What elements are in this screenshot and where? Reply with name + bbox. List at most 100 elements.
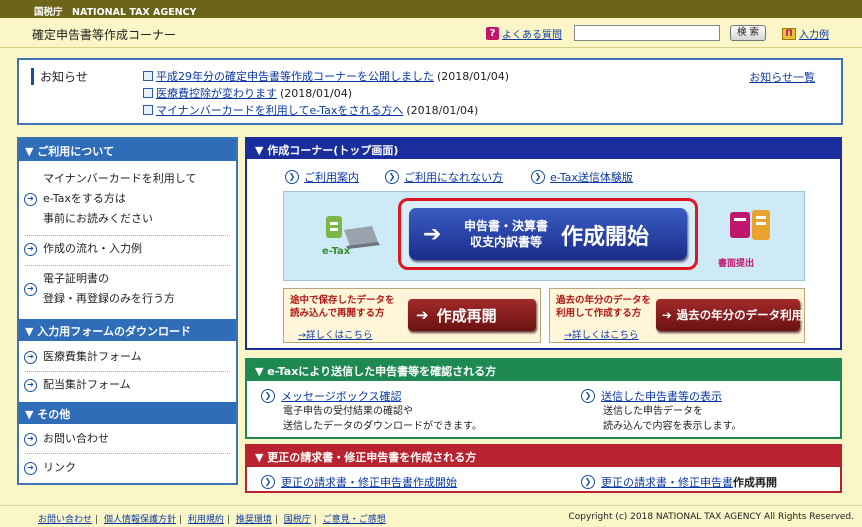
sidebar-item-label: e-Taxをする方は (43, 192, 126, 205)
desc-line: 電子申告の受付結果の確認や (283, 406, 413, 417)
copyright: Copyright (c) 2018 NATIONAL TAX AGENCY A… (568, 512, 855, 522)
start-sub-line: 収支内訳書等 (469, 235, 542, 249)
arrow-circle-icon: ➔ (24, 193, 37, 206)
footer-link-feedback[interactable]: ご意見・ご感想 (323, 515, 386, 525)
correction-resume-link[interactable]: ❯ 更正の請求書・修正申告書作成再開 (581, 474, 777, 490)
sidebar-item-label: 電子証明書の (43, 272, 109, 285)
past-data-button-label: 過去の年分のデータ利用 (676, 308, 804, 322)
confirm-head: ▼ e-Taxにより送信した申告書等を確認される方 (247, 360, 840, 381)
arrow-circle-icon: ❯ (261, 475, 275, 489)
sidebar-item-contact[interactable]: ➔ お問い合わせ (19, 429, 236, 451)
site-title: 確定申告書等作成コーナー (32, 28, 177, 42)
sidebar-item-flow[interactable]: ➔ 作成の流れ・入力例 (19, 239, 236, 261)
message-box-link[interactable]: ❯ メッセージボックス確認 (261, 388, 401, 404)
arrow-circle-icon: ➔ (24, 243, 37, 256)
desc-line: 送信したデータのダウンロードができます。 (283, 421, 482, 432)
separator: | (178, 515, 182, 525)
start-button-sub: 申告書・決算書 収支内訳書等 (459, 218, 553, 250)
past-details-link[interactable]: →詳しくはこちら (564, 327, 638, 341)
etax-label: e-Tax (322, 246, 351, 257)
footer-link-terms[interactable]: 利用規約 (188, 515, 224, 525)
correction-head: ▼ 更正の請求書・修正申告書を作成される方 (247, 446, 840, 467)
arrow-circle-icon: ➔ (24, 351, 37, 364)
sidebar: ▼ ご利用について マイナンバーカードを利用して ➔ e-Taxをする方は 事前… (17, 137, 238, 485)
sent-docs-text[interactable]: 送信した申告書等の表示 (601, 388, 722, 404)
search-input[interactable] (574, 25, 720, 41)
sidebar-item-label: 事前にお読みください (43, 212, 153, 225)
notice-item: 平成29年分の確定申告書等作成コーナーを公開しました (2018/01/04) (143, 68, 509, 84)
footer-link-environment[interactable]: 推奨環境 (236, 515, 272, 525)
unavailable-text[interactable]: ご利用になれない方 (404, 169, 503, 185)
sidebar-item-label: 登録・再登録のみを行う方 (43, 292, 175, 305)
input-example-link[interactable]: П 入力例 (782, 26, 829, 41)
faq-link-text[interactable]: よくある質問 (502, 26, 562, 41)
notice-item-link[interactable]: 平成29年分の確定申告書等作成コーナーを公開しました (156, 68, 434, 84)
usage-guide-link[interactable]: ❯ ご利用案内 (285, 169, 359, 185)
sidebar-item-label: マイナンバーカードを利用して (43, 172, 197, 185)
etax-trial-text[interactable]: e-Tax送信体験版 (550, 169, 633, 185)
footer-link-contact[interactable]: お問い合わせ (38, 515, 92, 525)
sent-docs-link[interactable]: ❯ 送信した申告書等の表示 (581, 388, 722, 404)
sidebar-item-dividend-form[interactable]: ➔ 配当集計フォーム (19, 375, 236, 397)
separator: | (226, 515, 230, 525)
correction-start-link[interactable]: ❯ 更正の請求書・修正申告書作成開始 (261, 474, 457, 490)
resume-button-label: 作成再開 (436, 306, 497, 325)
correction-panel: ▼ 更正の請求書・修正申告書を作成される方 ❯ 更正の請求書・修正申告書作成開始… (245, 444, 842, 493)
sidebar-item-label: 配当集計フォーム (43, 378, 131, 391)
notice-list-link[interactable]: お知らせ一覧 (749, 69, 815, 85)
message-box-text[interactable]: メッセージボックス確認 (281, 388, 401, 404)
arrow-right-icon: ➔ (416, 306, 429, 324)
notice-item-link[interactable]: マイナンバーカードを利用してe-Taxをされる方へ (156, 102, 403, 118)
past-desc-line: 利用して作成する方 (556, 308, 642, 319)
sidebar-head-other[interactable]: ▼ その他 (19, 402, 236, 424)
arrow-circle-icon: ❯ (385, 170, 399, 184)
past-desc: 過去の年分のデータを 利用して作成する方 (556, 294, 651, 320)
resume-desc: 途中で保存したデータを 読み込んで再開する方 (290, 294, 395, 320)
footer-link-nta[interactable]: 国税庁 (284, 515, 311, 525)
etax-trial-link[interactable]: ❯ e-Tax送信体験版 (531, 169, 633, 185)
notice-panel: お知らせ 平成29年分の確定申告書等作成コーナーを公開しました (2018/01… (17, 58, 843, 125)
sidebar-item-label: 医療費集計フォーム (43, 350, 142, 363)
footer-link-privacy[interactable]: 個人情報保護方針 (104, 515, 176, 525)
sent-docs-desc: 送信した申告データを 読み込んで内容を表示します。 (603, 404, 742, 434)
question-icon: ? (486, 27, 499, 40)
start-button-label: 作成開始 (561, 225, 650, 250)
sidebar-item-links[interactable]: ➔ リンク (19, 458, 236, 480)
arrow-circle-icon: ❯ (581, 389, 595, 403)
sidebar-item-label: 作成の流れ・入力例 (43, 242, 142, 255)
divider (25, 371, 230, 372)
past-data-box: 過去の年分のデータを 利用して作成する方 →詳しくはこちら ➔ 過去の年分のデー… (549, 288, 805, 343)
start-button[interactable]: ➔ 申告書・決算書 収支内訳書等 作成開始 (409, 208, 687, 260)
input-example-text[interactable]: 入力例 (799, 26, 829, 41)
sidebar-item-mynumber[interactable]: マイナンバーカードを利用して ➔ e-Taxをする方は 事前にお読みください (19, 169, 236, 231)
notice-title: お知らせ (31, 68, 88, 85)
sidebar-head-about[interactable]: ▼ ご利用について (19, 139, 236, 161)
correction-resume-text[interactable]: 更正の請求書・修正申告書 (601, 476, 733, 489)
notice-item-date: (2018/01/04) (280, 86, 352, 100)
notice-item-date: (2018/01/04) (437, 69, 509, 83)
resume-details-link[interactable]: →詳しくはこちら (298, 327, 372, 341)
correction-start-text[interactable]: 更正の請求書・修正申告書作成開始 (281, 474, 457, 490)
arrow-circle-icon: ➔ (24, 433, 37, 446)
past-desc-line: 過去の年分のデータを (556, 295, 652, 306)
usage-guide-text[interactable]: ご利用案内 (304, 169, 359, 185)
resume-button[interactable]: ➔ 作成再開 (408, 299, 536, 331)
arrow-circle-icon: ➔ (24, 462, 37, 475)
separator: | (274, 515, 278, 525)
agency-bar: 国税庁 NATIONAL TAX AGENCY (0, 0, 862, 18)
sidebar-item-medical-form[interactable]: ➔ 医療費集計フォーム (19, 347, 236, 369)
paper-submission-label: 書面提出 (718, 259, 755, 269)
unavailable-link[interactable]: ❯ ご利用になれない方 (385, 169, 503, 185)
confirm-panel: ▼ e-Taxにより送信した申告書等を確認される方 ❯ メッセージボックス確認 … (245, 358, 842, 439)
notice-item-link[interactable]: 医療費控除が変わります (156, 85, 277, 101)
correction-resume-bold: 作成再開 (733, 476, 777, 489)
sidebar-head-download[interactable]: ▼ 入力用フォームのダウンロード (19, 319, 236, 341)
faq-link[interactable]: ? よくある質問 (486, 26, 562, 41)
sidebar-item-certificate[interactable]: 電子証明書の ➔ 登録・再登録のみを行う方 (19, 269, 236, 311)
notice-item-date: (2018/01/04) (406, 103, 479, 117)
past-data-button[interactable]: ➔ 過去の年分のデータ利用 (656, 299, 803, 331)
search-button[interactable]: 検 索 (730, 25, 766, 41)
sidebar-item-label: お問い合わせ (43, 432, 109, 445)
resume-desc-line: 途中で保存したデータを (290, 295, 395, 306)
document-icon (143, 71, 153, 81)
